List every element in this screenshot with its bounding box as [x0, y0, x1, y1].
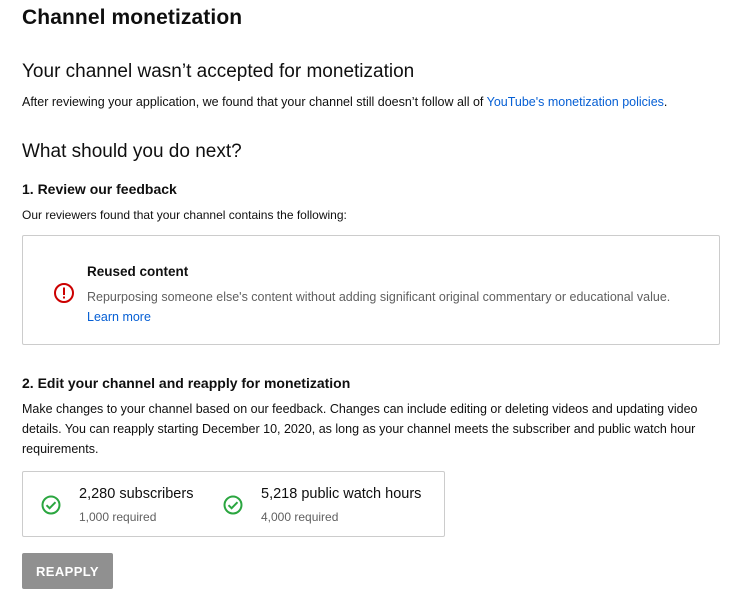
step2-title: 2. Edit your channel and reapply for mon…: [22, 375, 351, 391]
step1-intro: Our reviewers found that your channel co…: [22, 208, 347, 222]
learn-more-link[interactable]: Learn more: [87, 310, 151, 324]
subscribers-requirement: 2,280 subscribers 1,000 required: [23, 472, 223, 536]
issue-title: Reused content: [87, 264, 189, 279]
watch-hours-count: 5,218 public watch hours: [261, 486, 422, 502]
check-circle-icon: [223, 495, 243, 515]
requirements-card: 2,280 subscribers 1,000 required 5,218 p…: [22, 471, 445, 537]
subscribers-required: 1,000 required: [79, 510, 157, 524]
subscribers-count: 2,280 subscribers: [79, 486, 194, 502]
watch-hours-requirement: 5,218 public watch hours 4,000 required: [223, 472, 445, 536]
status-heading: Your channel wasn’t accepted for monetiz…: [22, 61, 415, 82]
next-steps-heading: What should you do next?: [22, 141, 242, 162]
step2-body: Make changes to your channel based on ou…: [22, 402, 698, 456]
error-circle-icon: [54, 283, 74, 303]
reapply-button[interactable]: REAPPLY: [22, 553, 113, 589]
issue-description-text: Repurposing someone else's content witho…: [87, 290, 671, 304]
status-body-suffix: .: [663, 95, 668, 109]
policy-link[interactable]: YouTube's monetization policies: [487, 95, 664, 109]
status-body: After reviewing your application, we fou…: [22, 95, 667, 109]
watch-hours-required: 4,000 required: [261, 510, 339, 524]
page-title: Channel monetization: [22, 6, 243, 29]
status-body-text: After reviewing your application, we fou…: [22, 95, 487, 109]
step1-title: 1. Review our feedback: [22, 181, 177, 197]
issue-description: Repurposing someone else's content witho…: [87, 287, 687, 327]
check-circle-icon: [41, 495, 61, 515]
feedback-card: Reused content Repurposing someone else'…: [22, 235, 720, 345]
